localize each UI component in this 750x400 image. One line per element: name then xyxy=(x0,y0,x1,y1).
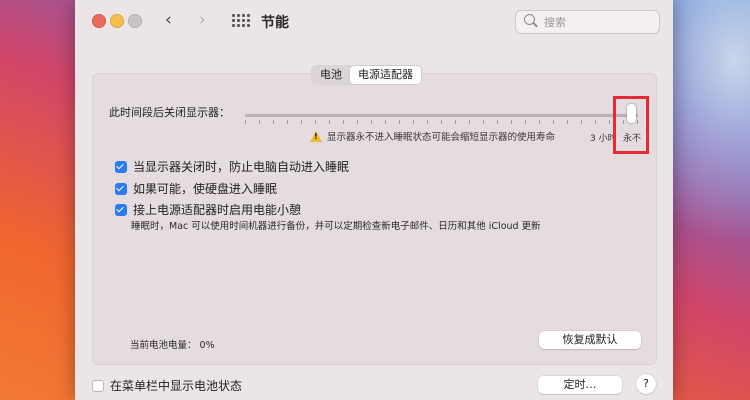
warning-row: 显示器永不进入睡眠状态可能会缩短显示器的使用寿命 xyxy=(310,129,555,143)
checkbox-unchecked-icon[interactable] xyxy=(92,379,104,392)
red-annotation-box xyxy=(613,96,649,154)
slider-tick xyxy=(609,120,610,124)
slider-tick xyxy=(329,120,330,124)
help-button[interactable]: ? xyxy=(636,374,656,394)
slider-tick xyxy=(259,120,260,124)
slider-tick xyxy=(455,120,456,124)
slider-tick xyxy=(553,120,554,124)
display-sleep-label: 此时间段后关闭显示器： xyxy=(109,106,230,119)
slider-tick xyxy=(581,120,582,124)
restore-defaults-button[interactable]: 恢复成默认 xyxy=(539,331,641,349)
checkbox-label: 接上电源适配器时启用电能小憩 xyxy=(133,203,302,217)
warning-text: 显示器永不进入睡眠状态可能会缩短显示器的使用寿命 xyxy=(327,132,556,143)
slider-tick xyxy=(301,120,302,124)
slider-fill xyxy=(245,114,638,117)
segmented-tabs: 电池 电源适配器 xyxy=(311,65,422,85)
forward-icon[interactable]: › xyxy=(199,10,206,30)
slider-tick xyxy=(357,120,358,124)
slider-tick xyxy=(399,120,400,124)
checkbox-prevent-sleep[interactable]: 当显示器关闭时，防止电脑自动进入睡眠 xyxy=(115,158,349,175)
slider-tick xyxy=(427,120,428,124)
search-placeholder: 搜索 xyxy=(544,16,566,29)
slider-tick xyxy=(413,120,414,124)
checkbox-power-nap[interactable]: 接上电源适配器时启用电能小憩 xyxy=(115,201,301,218)
slider-tick xyxy=(567,120,568,124)
display-sleep-slider[interactable] xyxy=(245,114,638,117)
window-title: 节能 xyxy=(261,15,289,31)
checkbox-show-battery-status[interactable]: 在菜单栏中显示电池状态 xyxy=(92,377,242,394)
minimize-button[interactable] xyxy=(110,14,124,28)
slider-tick xyxy=(343,120,344,124)
slider-ticks xyxy=(245,120,638,125)
checkbox-checked-icon[interactable] xyxy=(115,182,127,195)
slider-tick xyxy=(469,120,470,124)
slider-tick xyxy=(595,120,596,124)
tab-battery[interactable]: 电池 xyxy=(312,66,350,84)
battery-level: 当前电池电量： 0% xyxy=(130,340,215,351)
close-button[interactable] xyxy=(92,14,106,28)
schedule-button[interactable]: 定时… xyxy=(538,376,622,394)
energy-saver-window: ‹ › 节能 搜索 电池 电源适配器 此时间段后关闭显示器： 显示器永不进入睡眠… xyxy=(75,0,673,400)
checkbox-disk-sleep[interactable]: 如果可能，使硬盘进入睡眠 xyxy=(115,180,277,197)
search-icon xyxy=(524,14,535,25)
slider-tick xyxy=(315,120,316,124)
slider-tick xyxy=(385,120,386,124)
checkbox-label: 如果可能，使硬盘进入睡眠 xyxy=(133,182,278,196)
back-icon[interactable]: ‹ xyxy=(165,10,172,30)
zoom-button[interactable] xyxy=(128,14,142,28)
power-nap-note: 睡眠时，Mac 可以使用时间机器进行备份，并可以定期检查新电子邮件、日历和其他 … xyxy=(131,221,541,232)
slider-tick xyxy=(525,120,526,124)
checkbox-checked-icon[interactable] xyxy=(115,203,127,216)
title-bar: ‹ › 节能 搜索 xyxy=(75,0,673,42)
checkbox-label: 当显示器关闭时，防止电脑自动进入睡眠 xyxy=(133,160,350,174)
slider-tick xyxy=(511,120,512,124)
slider-tick xyxy=(273,120,274,124)
show-all-grid-icon[interactable] xyxy=(232,14,250,28)
checkbox-label: 在菜单栏中显示电池状态 xyxy=(110,379,243,393)
tab-power-adapter[interactable]: 电源适配器 xyxy=(350,66,421,84)
slider-tick xyxy=(539,120,540,124)
slider-tick xyxy=(441,120,442,124)
slider-tick xyxy=(483,120,484,124)
slider-tick xyxy=(245,120,246,124)
warning-icon xyxy=(310,131,322,142)
slider-tick xyxy=(497,120,498,124)
slider-tick xyxy=(371,120,372,124)
slider-tick xyxy=(287,120,288,124)
checkbox-checked-icon[interactable] xyxy=(115,160,127,173)
search-field[interactable]: 搜索 xyxy=(515,10,660,34)
